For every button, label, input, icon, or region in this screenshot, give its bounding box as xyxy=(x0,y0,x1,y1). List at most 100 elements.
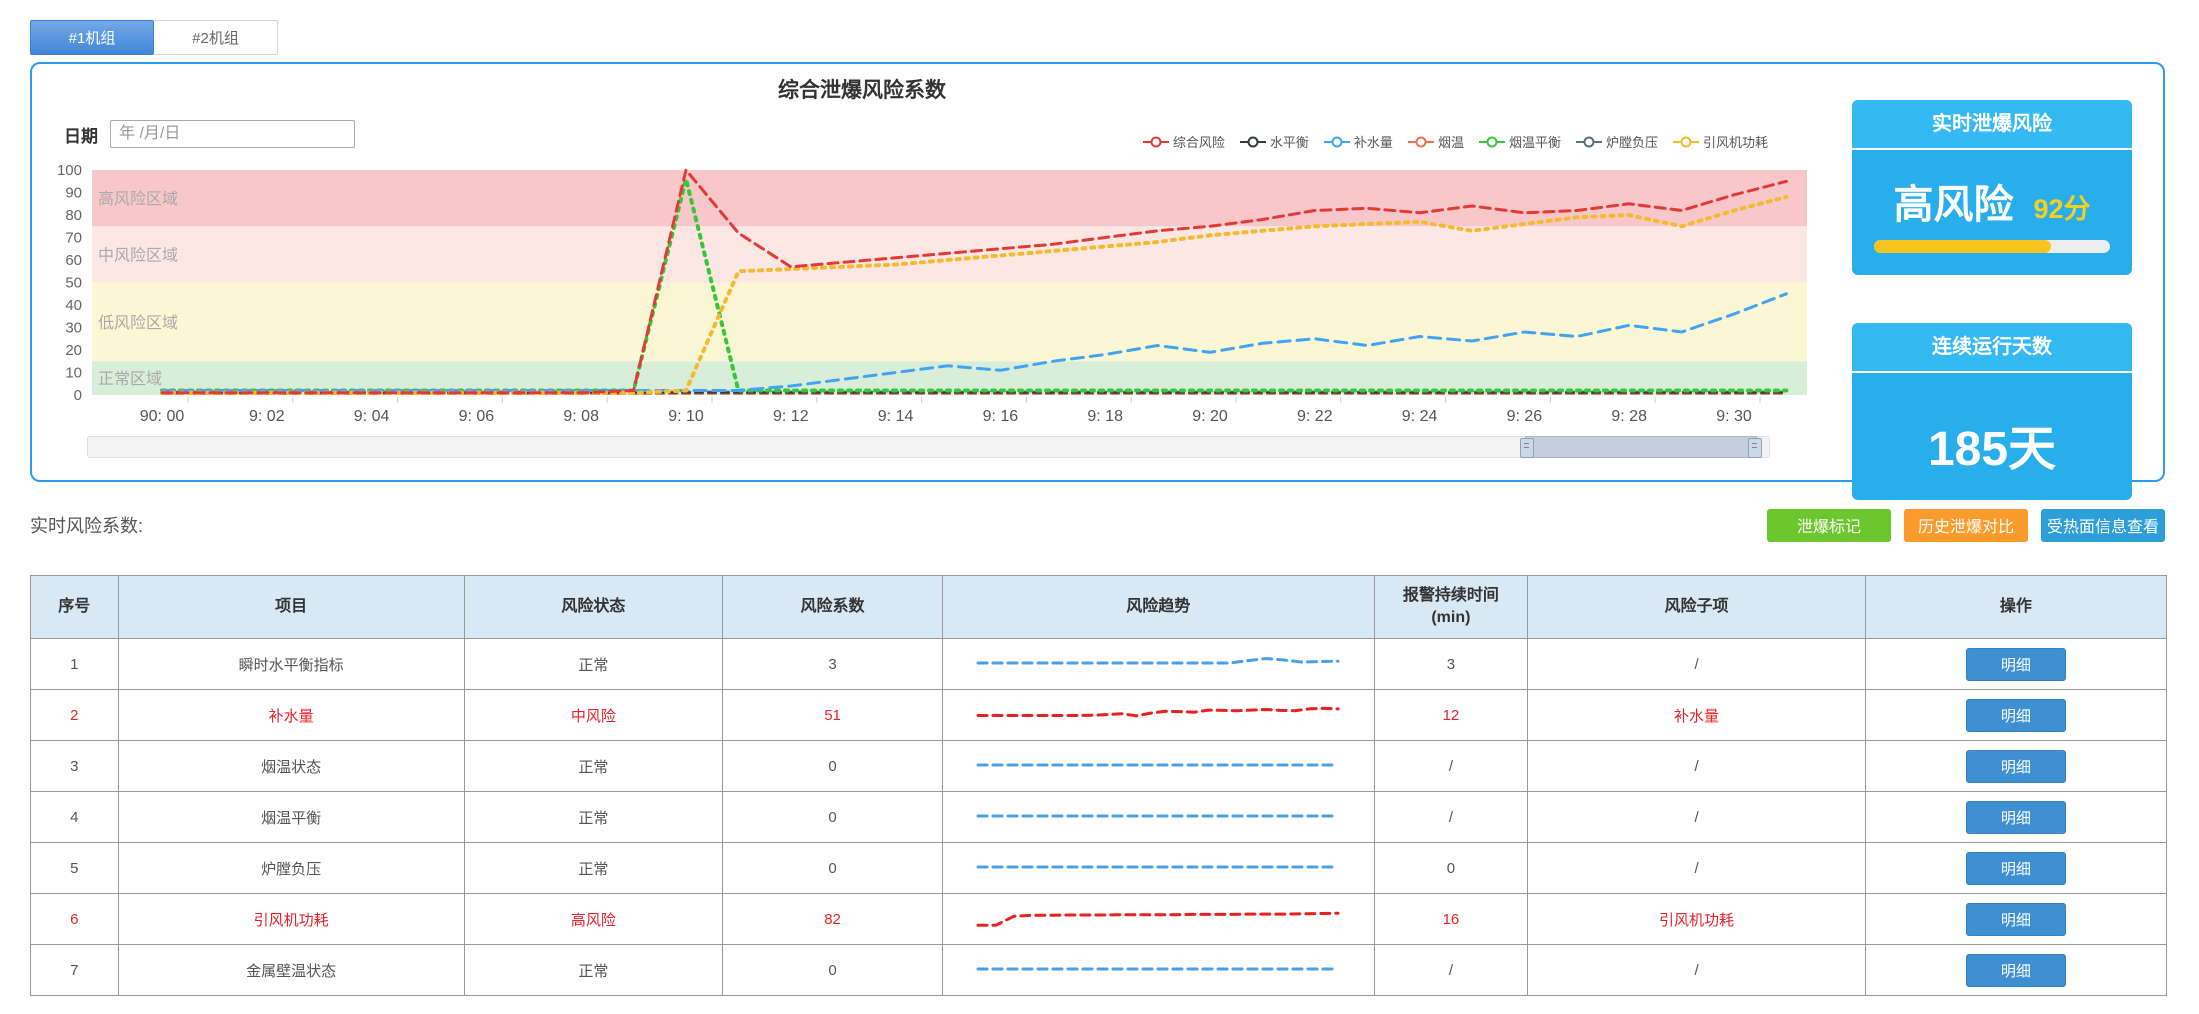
table-cell: / xyxy=(1528,639,1865,690)
legend-item[interactable]: 引风机功耗 xyxy=(1673,132,1768,151)
legend-marker-icon xyxy=(1324,136,1350,148)
detail-button[interactable]: 明细 xyxy=(1966,852,2066,885)
tab-unit-1[interactable]: #1机组 xyxy=(30,20,154,55)
legend-marker-icon xyxy=(1240,136,1266,148)
x-axis-tick-label: 9: 22 xyxy=(1297,408,1333,425)
trend-sparkline xyxy=(968,799,1348,835)
realtime-risk-card: 实时泄爆风险 高风险 92分 xyxy=(1852,100,2132,275)
table-cell: 正常 xyxy=(464,945,722,996)
x-axis-tick-label: 9: 10 xyxy=(668,408,704,425)
table-cell: / xyxy=(1528,945,1865,996)
table-cell: 3 xyxy=(1374,639,1528,690)
risk-zone-label: 正常区域 xyxy=(98,370,162,388)
detail-button[interactable]: 明细 xyxy=(1966,954,2066,987)
legend-item[interactable]: 烟温平衡 xyxy=(1479,132,1561,151)
table-cell: / xyxy=(1528,843,1865,894)
x-axis-tick-label: 9: 04 xyxy=(354,408,390,425)
table-cell: 0 xyxy=(723,843,943,894)
table-cell: 0 xyxy=(723,741,943,792)
legend-item[interactable]: 补水量 xyxy=(1324,132,1393,151)
table-cell: 12 xyxy=(1374,690,1528,741)
y-axis-tick-label: 70 xyxy=(65,230,82,247)
chart-title: 综合泄爆风险系数 xyxy=(32,74,1692,104)
table-cell: 炉膛负压 xyxy=(118,843,464,894)
table-header-cell: 操作 xyxy=(1865,576,2166,639)
table-cell: / xyxy=(1374,741,1528,792)
legend-item[interactable]: 综合风险 xyxy=(1143,132,1225,151)
legend-item[interactable]: 炉膛负压 xyxy=(1576,132,1658,151)
trend-cell xyxy=(943,792,1374,843)
y-axis-tick-label: 80 xyxy=(65,207,82,224)
table-cell: 51 xyxy=(723,690,943,741)
legend-label: 水平衡 xyxy=(1270,132,1309,151)
trend-sparkline xyxy=(968,901,1348,937)
chart-datazoom-slider[interactable] xyxy=(87,436,1770,458)
explosion-risk-dashboard: #1机组#2机组 综合泄爆风险系数 日期 综合风险水平衡补水量烟温烟温平衡炉膛负… xyxy=(0,0,2199,1014)
datazoom-left-handle[interactable] xyxy=(1520,438,1534,458)
table-row: 5炉膛负压正常00/明细 xyxy=(31,843,2167,894)
realtime-risk-card-header: 实时泄爆风险 xyxy=(1852,100,2132,150)
risk-trend-chart: 正常区域低风险区域中风险区域高风险区域010203040506070809010… xyxy=(32,159,1832,459)
y-axis-tick-label: 30 xyxy=(65,320,82,337)
risk-level-text: 高风险 xyxy=(1893,172,2013,230)
y-axis-tick-label: 100 xyxy=(57,162,82,179)
datazoom-window[interactable] xyxy=(1525,436,1757,458)
risk-zone-label: 中风险区域 xyxy=(98,246,178,264)
y-axis-tick-label: 10 xyxy=(65,365,82,382)
detail-button[interactable]: 明细 xyxy=(1966,699,2066,732)
date-input[interactable] xyxy=(110,120,355,148)
table-cell: 高风险 xyxy=(464,894,722,945)
detail-button[interactable]: 明细 xyxy=(1966,903,2066,936)
unit-tabs: #1机组#2机组 xyxy=(30,20,278,55)
x-axis-tick-label: 9: 18 xyxy=(1087,408,1123,425)
action-cell: 明细 xyxy=(1865,843,2166,894)
action-button[interactable]: 历史泄爆对比 xyxy=(1904,509,2028,542)
realtime-risk-table: 序号项目风险状态风险系数风险趋势报警持续时间 (min)风险子项操作 1瞬时水平… xyxy=(30,575,2167,996)
action-button[interactable]: 泄爆标记 xyxy=(1767,509,1891,542)
legend-item[interactable]: 水平衡 xyxy=(1240,132,1309,151)
table-header-cell: 报警持续时间 (min) xyxy=(1374,576,1528,639)
x-axis-tick-label: 9: 20 xyxy=(1192,408,1228,425)
detail-button[interactable]: 明细 xyxy=(1966,801,2066,834)
x-axis-tick-label: 9: 30 xyxy=(1716,408,1752,425)
tab-unit-2[interactable]: #2机组 xyxy=(154,20,278,55)
x-axis-tick-label: 9: 24 xyxy=(1402,408,1438,425)
table-cell: 金属壁温状态 xyxy=(118,945,464,996)
table-cell: / xyxy=(1528,741,1865,792)
trend-cell xyxy=(943,843,1374,894)
x-axis-tick-label: 90: 00 xyxy=(140,408,185,425)
table-row: 6引风机功耗高风险8216引风机功耗明细 xyxy=(31,894,2167,945)
table-header-cell: 风险子项 xyxy=(1528,576,1865,639)
x-axis-tick-label: 9: 08 xyxy=(563,408,599,425)
table-cell: 中风险 xyxy=(464,690,722,741)
datazoom-right-handle[interactable] xyxy=(1748,438,1762,458)
legend-item[interactable]: 烟温 xyxy=(1408,132,1464,151)
detail-button[interactable]: 明细 xyxy=(1966,750,2066,783)
y-axis-tick-label: 0 xyxy=(74,387,82,404)
trend-sparkline xyxy=(968,697,1348,733)
trend-cell xyxy=(943,639,1374,690)
x-axis-tick-label: 9: 16 xyxy=(983,408,1019,425)
x-axis-tick-label: 9: 28 xyxy=(1611,408,1647,425)
x-axis-tick-label: 9: 14 xyxy=(878,408,914,425)
action-cell: 明细 xyxy=(1865,945,2166,996)
table-row: 2补水量中风险5112补水量明细 xyxy=(31,690,2167,741)
risk-zone-band xyxy=(92,283,1807,362)
running-days-card: 连续运行天数 185天 xyxy=(1852,323,2132,500)
action-button[interactable]: 受热面信息查看 xyxy=(2041,509,2165,542)
detail-button[interactable]: 明细 xyxy=(1966,648,2066,681)
table-cell: 0 xyxy=(723,945,943,996)
trend-cell xyxy=(943,894,1374,945)
table-row: 7金属壁温状态正常0//明细 xyxy=(31,945,2167,996)
legend-marker-icon xyxy=(1479,136,1505,148)
table-header-cell: 风险系数 xyxy=(723,576,943,639)
legend-label: 综合风险 xyxy=(1173,132,1225,151)
table-header-cell: 序号 xyxy=(31,576,119,639)
trend-cell xyxy=(943,945,1374,996)
trend-sparkline xyxy=(968,748,1348,784)
table-cell: 6 xyxy=(31,894,119,945)
legend-marker-icon xyxy=(1576,136,1602,148)
table-cell: 正常 xyxy=(464,639,722,690)
table-cell: 瞬时水平衡指标 xyxy=(118,639,464,690)
action-cell: 明细 xyxy=(1865,741,2166,792)
